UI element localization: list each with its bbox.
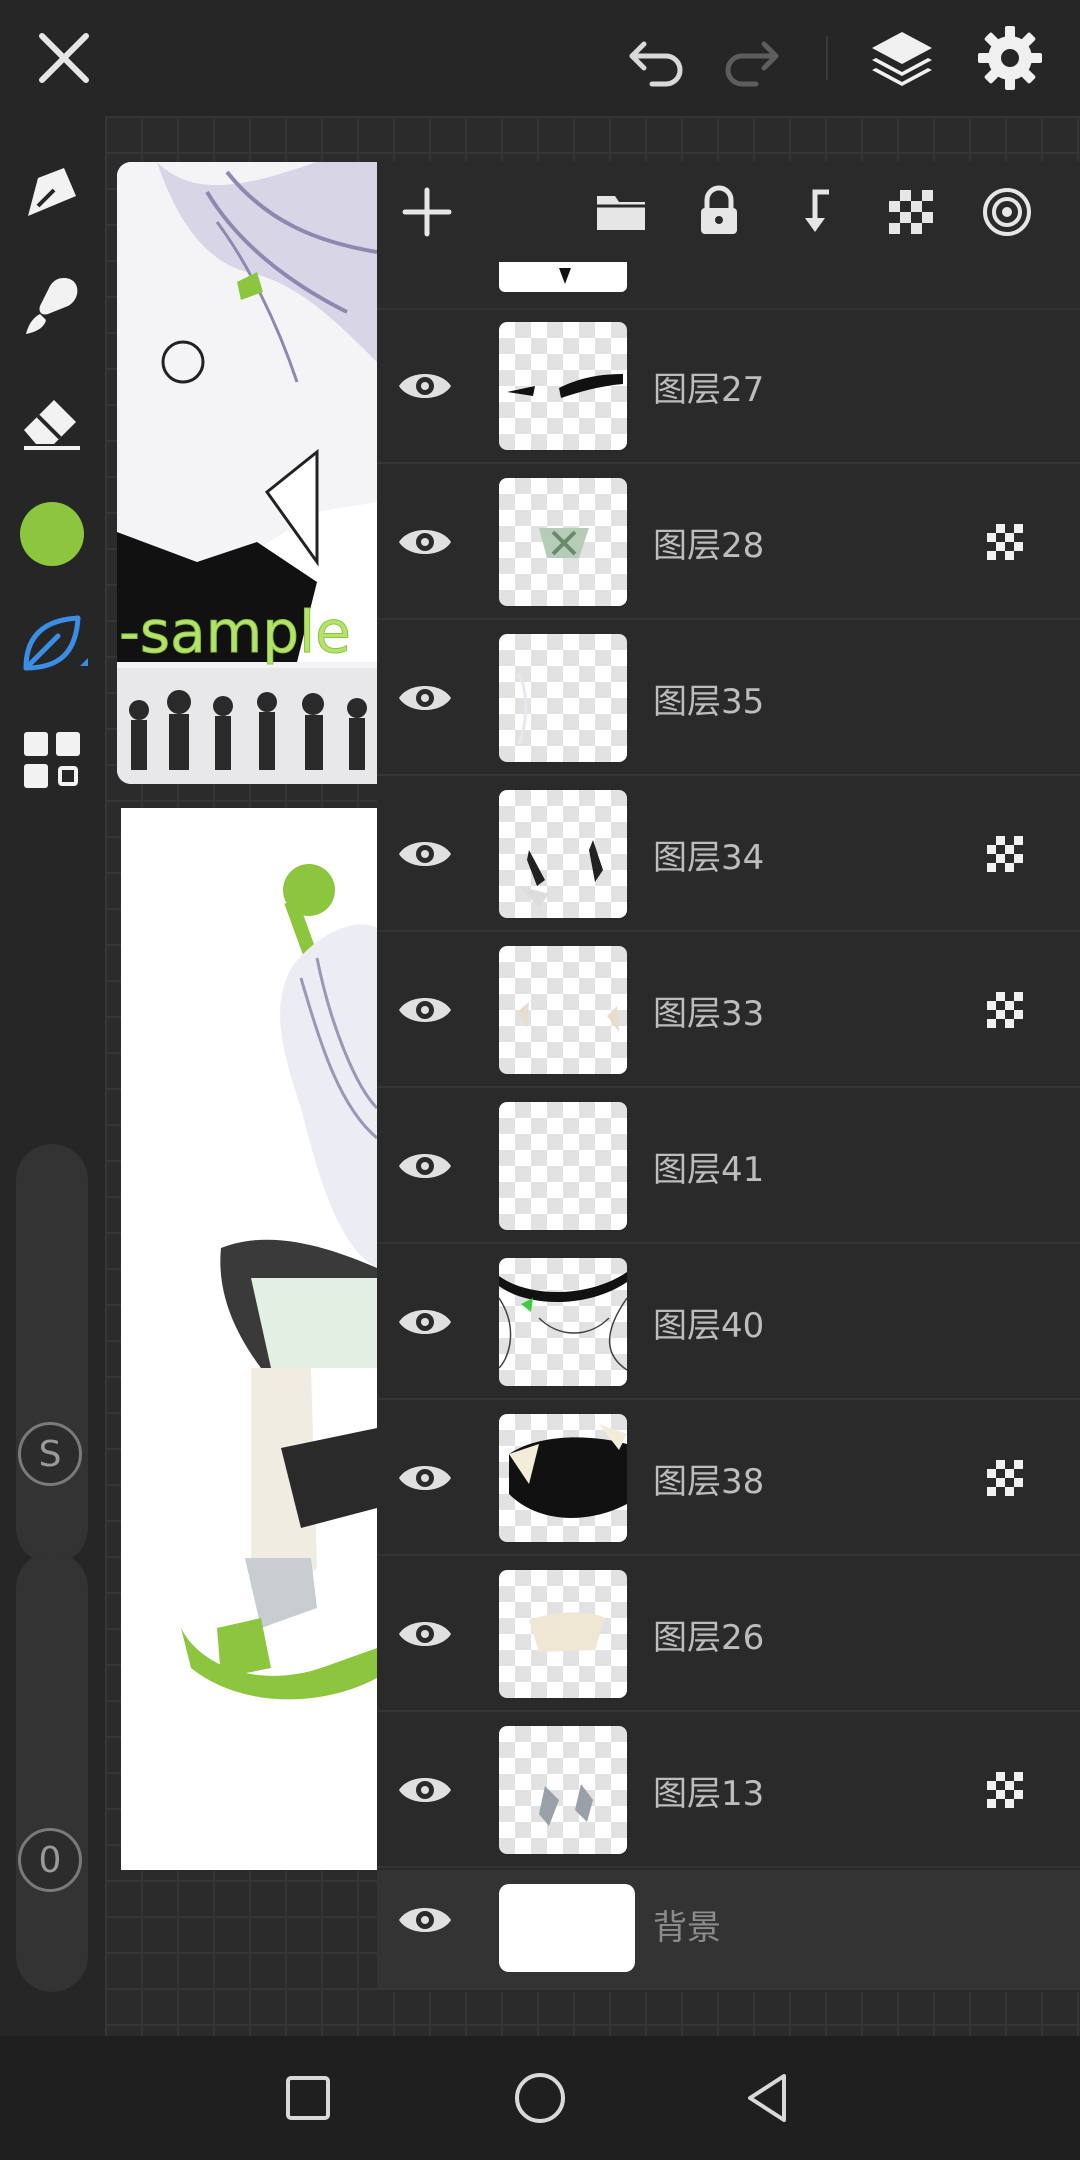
layer-name: 图层40 xyxy=(653,1306,765,1346)
close-icon[interactable] xyxy=(24,18,104,98)
top-bar xyxy=(0,0,1080,116)
layers-icon[interactable] xyxy=(862,18,942,98)
clipping-mask-icon xyxy=(987,1460,1023,1496)
visibility-eye-icon[interactable] xyxy=(395,1604,455,1664)
system-nav-bar xyxy=(0,2036,1080,2160)
artwork-preview-bottom xyxy=(121,808,377,1870)
brush-size-slider[interactable] xyxy=(16,1144,88,1564)
visibility-eye-icon[interactable] xyxy=(395,1760,455,1820)
background-layer-thumbnail xyxy=(499,1884,635,1972)
visibility-eye-icon[interactable] xyxy=(395,1292,455,1352)
recent-apps-icon[interactable] xyxy=(276,2066,340,2130)
layer-name: 图层28 xyxy=(653,526,765,566)
brush-opacity-knob[interactable]: 0 xyxy=(18,1828,82,1892)
layer-name: 图层34 xyxy=(653,838,765,878)
lock-icon[interactable] xyxy=(689,182,749,242)
layer-name: 图层26 xyxy=(653,1618,765,1658)
partial-layer-row xyxy=(377,262,1080,310)
merge-down-icon[interactable] xyxy=(785,182,845,242)
layer-thumbnail xyxy=(499,634,627,762)
layer-thumbnail xyxy=(499,1570,627,1698)
character-full-illustration xyxy=(121,808,377,1870)
visibility-eye-icon[interactable] xyxy=(395,1890,455,1950)
clipping-mask-icon xyxy=(987,836,1023,872)
layer-thumbnail xyxy=(499,322,627,450)
sample-watermark: -sample xyxy=(119,598,351,666)
layer-thumbnail xyxy=(499,946,627,1074)
size-slider-label: S xyxy=(38,1433,62,1475)
visibility-eye-icon[interactable] xyxy=(395,980,455,1040)
layers-panel: 图层27 图层28 图层35 图层34 图层33 图层41 图层40 图层38 图层26 图层13… xyxy=(377,162,1080,1992)
layer-effects-icon[interactable] xyxy=(977,182,1037,242)
undo-icon[interactable] xyxy=(616,18,696,98)
brush-tool-icon[interactable] xyxy=(14,268,90,344)
visibility-eye-icon[interactable] xyxy=(395,1136,455,1196)
background-layer-row[interactable]: 背景 xyxy=(377,1870,1080,1990)
layer-row[interactable]: 图层34 xyxy=(377,776,1080,932)
layer-thumbnail xyxy=(499,1726,627,1854)
layer-thumbnail xyxy=(499,1414,627,1542)
folder-icon[interactable] xyxy=(591,182,651,242)
home-icon[interactable] xyxy=(508,2066,572,2130)
opacity-slider-label: 0 xyxy=(38,1839,62,1881)
layer-name: 图层13 xyxy=(653,1774,765,1814)
layers-toolbar xyxy=(377,162,1080,262)
color-swatch[interactable] xyxy=(20,502,84,566)
visibility-eye-icon[interactable] xyxy=(395,356,455,416)
partial-layer-thumbnail xyxy=(499,262,627,292)
grid-menu-icon[interactable] xyxy=(14,722,90,798)
layer-thumbnail xyxy=(499,478,627,606)
layer-name: 图层33 xyxy=(653,994,765,1034)
layer-row[interactable]: 图层28 xyxy=(377,464,1080,620)
back-icon[interactable] xyxy=(736,2066,800,2130)
leaf-brush-icon[interactable] xyxy=(14,606,90,682)
left-toolbar: S 0 xyxy=(0,116,105,2036)
add-layer-icon[interactable] xyxy=(397,182,457,242)
toolbar-divider xyxy=(826,36,828,80)
visibility-eye-icon[interactable] xyxy=(395,1448,455,1508)
layer-row[interactable]: 图层33 xyxy=(377,932,1080,1088)
layer-name: 图层27 xyxy=(653,370,765,410)
redo-icon[interactable] xyxy=(712,18,792,98)
visibility-eye-icon[interactable] xyxy=(395,824,455,884)
layer-row[interactable]: 图层26 xyxy=(377,1556,1080,1712)
layer-row[interactable]: 图层41 xyxy=(377,1088,1080,1244)
visibility-eye-icon[interactable] xyxy=(395,668,455,728)
brush-opacity-slider[interactable] xyxy=(16,1552,88,1992)
alpha-lock-icon[interactable] xyxy=(881,182,941,242)
settings-icon[interactable] xyxy=(970,18,1050,98)
clipping-mask-icon xyxy=(987,524,1023,560)
character-sketch-illustration: -sample xyxy=(117,162,377,784)
layer-thumbnail xyxy=(499,1258,627,1386)
pen-tool-icon[interactable] xyxy=(14,156,90,232)
layer-row[interactable]: 图层35 xyxy=(377,620,1080,776)
visibility-eye-icon[interactable] xyxy=(395,512,455,572)
layer-name: 图层41 xyxy=(653,1150,765,1190)
layer-name: 图层35 xyxy=(653,682,765,722)
brush-size-knob[interactable]: S xyxy=(18,1422,82,1486)
background-layer-name: 背景 xyxy=(653,1908,721,1948)
artwork-preview-top: -sample xyxy=(117,162,377,784)
eraser-tool-icon[interactable] xyxy=(14,382,90,458)
layer-thumbnail xyxy=(499,1102,627,1230)
layer-row[interactable]: 图层40 xyxy=(377,1244,1080,1400)
layer-thumbnail xyxy=(499,790,627,918)
clipping-mask-icon xyxy=(987,992,1023,1028)
layer-row[interactable]: 图层13 xyxy=(377,1712,1080,1868)
layer-row[interactable]: 图层27 xyxy=(377,308,1080,464)
clipping-mask-icon xyxy=(987,1772,1023,1808)
layer-name: 图层38 xyxy=(653,1462,765,1502)
layer-row[interactable]: 图层38 xyxy=(377,1400,1080,1556)
